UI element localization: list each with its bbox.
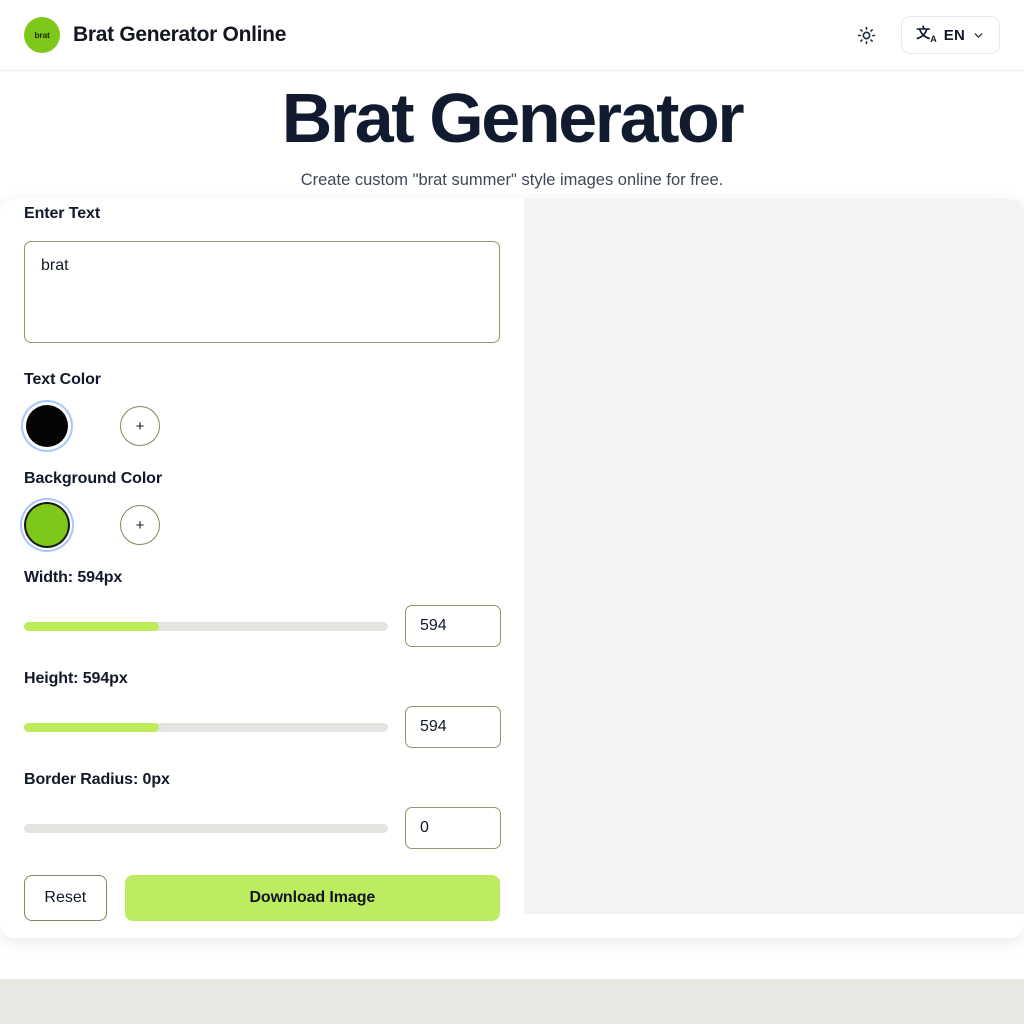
sun-icon: [857, 26, 875, 44]
chevron-down-icon: [974, 32, 983, 38]
height-slider[interactable]: [24, 722, 388, 732]
text-input[interactable]: [24, 241, 500, 343]
brand-title: Brat Generator Online: [73, 23, 287, 46]
width-number-input[interactable]: [405, 605, 501, 647]
height-label: Height: 594px: [24, 670, 128, 687]
page-subtitle: Create custom "brat summer" style images…: [300, 170, 724, 189]
page-title: Brat Generator: [281, 79, 745, 157]
text-color-group: Text Color +: [24, 371, 500, 447]
add-background-color-button[interactable]: +: [120, 505, 160, 545]
action-buttons: Reset Download Image: [24, 875, 500, 921]
footer-band: [0, 979, 1024, 1024]
brand[interactable]: brat Brat Generator Online: [24, 17, 286, 53]
text-group: Enter Text: [24, 199, 500, 348]
app-logo-icon: brat: [24, 17, 60, 53]
translate-icon: 文A: [916, 25, 937, 44]
enter-text-label: Enter Text: [24, 205, 101, 222]
height-slider-fill: [24, 722, 159, 732]
width-slider-fill: [24, 621, 159, 631]
border-radius-slider-row: [24, 807, 501, 849]
width-label: Width: 594px: [24, 569, 123, 586]
border-radius-group: Border Radius: 0px: [24, 771, 501, 849]
hero-section: Brat Generator Create custom "brat summe…: [0, 71, 1024, 190]
text-color-swatch-selected[interactable]: [26, 405, 68, 447]
background-color-label: Background Color: [24, 470, 162, 487]
height-group: Height: 594px: [24, 670, 501, 748]
reset-button[interactable]: Reset: [24, 875, 107, 921]
border-radius-slider[interactable]: [24, 823, 388, 833]
height-slider-row: [24, 706, 501, 748]
generator-card: Enter Text Text Color + Background Color…: [0, 199, 1024, 938]
header-actions: 文A EN: [853, 16, 1000, 54]
text-color-label: Text Color: [24, 371, 101, 388]
image-preview-pane[interactable]: [524, 199, 1024, 914]
background-color-swatches: +: [24, 504, 500, 546]
controls-panel: Enter Text Text Color + Background Color…: [0, 199, 524, 938]
border-radius-label: Border Radius: 0px: [24, 771, 170, 788]
width-group: Width: 594px: [24, 569, 501, 647]
theme-toggle-button[interactable]: [853, 22, 879, 48]
download-image-button[interactable]: Download Image: [124, 875, 500, 921]
border-radius-number-input[interactable]: [405, 807, 501, 849]
text-color-swatches: +: [24, 405, 500, 447]
height-number-input[interactable]: [405, 706, 501, 748]
background-color-group: Background Color +: [24, 470, 500, 546]
app-header: brat Brat Generator Online 文A EN: [0, 0, 1024, 71]
language-code-label: EN: [943, 26, 965, 44]
width-slider-row: [24, 605, 501, 647]
add-text-color-button[interactable]: +: [120, 406, 160, 446]
logo-label: brat: [34, 30, 50, 40]
background-color-swatch-selected[interactable]: [26, 504, 68, 546]
width-slider[interactable]: [24, 621, 388, 631]
language-selector-button[interactable]: 文A EN: [901, 16, 1000, 54]
